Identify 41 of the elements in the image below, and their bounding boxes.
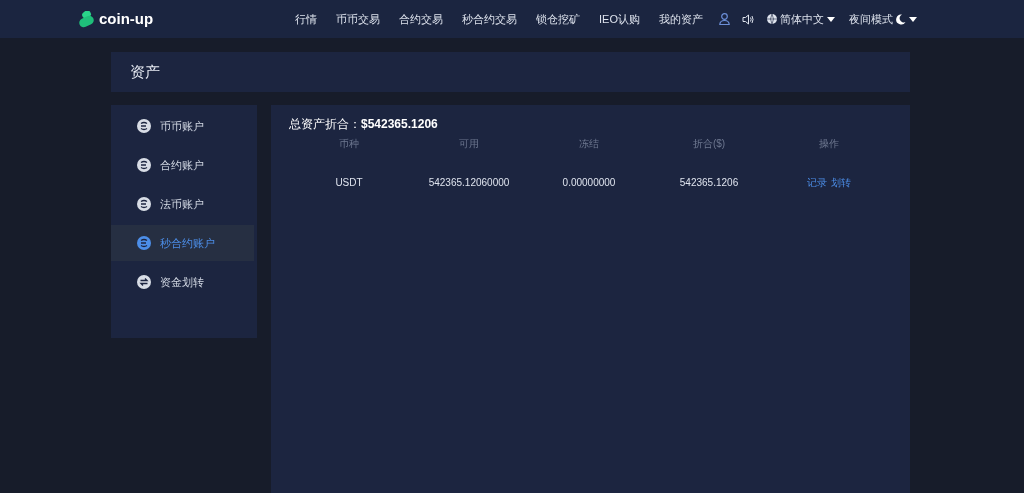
sidebar-item[interactable]: 合约账户 [111,147,254,183]
total-value: $542365.1206 [361,116,438,133]
nav-link[interactable]: 秒合约交易 [462,10,517,28]
sidebar-item[interactable]: 币币账户 [111,108,254,144]
caret-icon [826,16,835,22]
speaker-icon[interactable] [741,13,754,25]
nav-link[interactable]: 我的资产 [658,10,703,28]
logo-icon [78,10,95,28]
sidebar-item[interactable]: 秒合约账户 [111,225,254,261]
nav-link[interactable]: 锁仓挖矿 [536,10,580,28]
column-header: 操作 [819,137,839,151]
column-header: 币种 [339,137,359,151]
column-header: 可用 [459,137,479,151]
nav-link[interactable]: 币币交易 [336,10,380,28]
nav-link[interactable]: 合约交易 [399,10,443,28]
logo-text[interactable]: coin-up [99,7,154,31]
column-header: 冻结 [579,137,599,151]
globe-icon [766,14,777,24]
coin-icon [137,197,151,211]
language-selector[interactable]: 简体中文 [766,10,835,28]
total-label: 总资产折合： [289,116,361,133]
sidebar-item[interactable]: 法币账户 [111,186,254,222]
coin-icon [137,236,151,250]
table-cell-text: 542365.12060000 [428,176,510,190]
caret-icon [908,16,917,22]
coin-icon [137,119,151,133]
column-header: 折合($) [692,137,726,151]
page-title: 资产 [130,61,160,82]
coin-icon [137,158,151,172]
nav-link[interactable]: 行情 [295,10,317,28]
user-icon[interactable] [718,13,730,25]
moon-icon [895,13,906,25]
theme-selector[interactable]: 夜间模式 [848,10,917,28]
nav-link[interactable]: IEO认购 [599,10,640,28]
transfer-icon [137,275,151,289]
table-cell-text: USDT [335,176,363,190]
table-cell-text: 0.00000000 [562,176,616,190]
table-cell-text: 542365.1206 [679,176,739,190]
sidebar-item[interactable]: 资金划转 [111,264,254,300]
action-link[interactable]: 记录 [807,175,827,190]
action-link[interactable]: 划转 [831,175,851,190]
